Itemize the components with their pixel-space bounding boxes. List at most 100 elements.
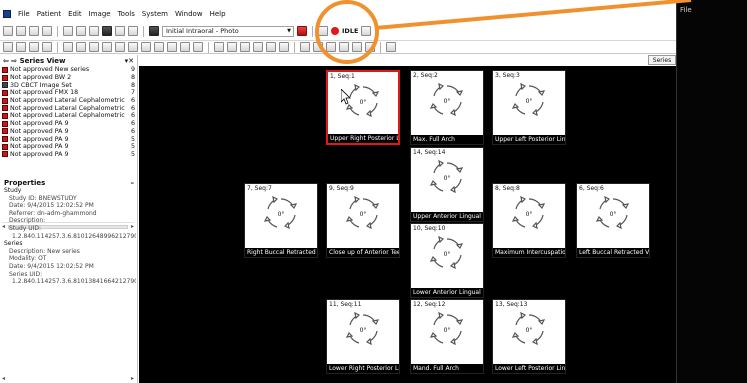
layout-icon[interactable] [149, 26, 159, 36]
series-tab[interactable]: Series [648, 55, 676, 65]
series-list-item[interactable]: Not approved BW 2 8 [0, 74, 137, 82]
record-icon[interactable] [89, 26, 99, 36]
filter-icon[interactable] [89, 42, 99, 52]
series-list-item[interactable]: Not approved FMX 18 7 [0, 89, 137, 97]
flag-icon[interactable] [297, 26, 307, 36]
series-thumbnail-icon [2, 97, 8, 104]
series-thumbnail-icon [2, 151, 8, 158]
histogram-icon[interactable] [193, 42, 203, 52]
properties-scrollbar[interactable]: ◂ ▸ [2, 375, 134, 382]
series-view-header: ⇦ ⇨ Series View ▾✕ [0, 55, 137, 66]
flip-icon[interactable] [76, 42, 86, 52]
zoom-out-icon[interactable] [227, 42, 237, 52]
window-icon[interactable] [63, 26, 73, 36]
series-list-item[interactable]: Not approved PA 9 5 [0, 135, 137, 143]
image-tile[interactable]: 10, Seq:10 0° Lower Anterior Lingual S [410, 223, 484, 298]
grid-icon[interactable] [115, 26, 125, 36]
series-list-item[interactable]: Not approved PA 9 5 [0, 143, 137, 151]
invert-icon[interactable] [167, 42, 177, 52]
tile-caption: Lower Anterior Lingual S [411, 288, 483, 297]
tile-title: 6, Seq:6 [579, 185, 604, 192]
image-tile[interactable]: 3, Seq:3 0° Upper Left Posterior Lingual [492, 70, 566, 145]
image-tile[interactable]: 2, Seq:2 0° Max. Full Arch [410, 70, 484, 145]
scroll-left-icon[interactable]: ◂ [2, 375, 5, 382]
image-tile[interactable]: 7, Seq:7 0° Right Buccal Retracted View [244, 183, 318, 258]
rotate-placeholder-icon: 0° [345, 311, 381, 347]
annotation-arrow-line [374, 0, 692, 30]
ruler-icon[interactable] [266, 42, 276, 52]
pin-close-icon[interactable]: ▾✕ [125, 57, 134, 65]
annotate-icon[interactable] [115, 42, 125, 52]
svg-text:0°: 0° [360, 327, 367, 334]
rotate-placeholder-icon: 0° [511, 82, 547, 118]
image-tile[interactable]: 8, Seq:8 0° Maximum Intercuspation [492, 183, 566, 258]
series-list-item[interactable]: Not approved PA 9 6 [0, 120, 137, 128]
contrast-icon[interactable] [154, 42, 164, 52]
measure-icon[interactable] [102, 42, 112, 52]
series-list-item[interactable]: Not approved PA 9 6 [0, 128, 137, 136]
series-list-item[interactable]: Not approved PA 9 5 [0, 151, 137, 159]
series-count: 8 [130, 74, 135, 82]
series-count: 7 [130, 89, 135, 97]
series-name: Not approved PA 9 [10, 127, 69, 135]
undo-icon[interactable] [29, 42, 39, 52]
svg-text:0°: 0° [360, 211, 367, 218]
image-tile[interactable]: 14, Seq:14 0° Upper Anterior Lingual S [410, 147, 484, 222]
menu-system[interactable]: System [142, 10, 168, 18]
series-thumbnail-icon [2, 136, 8, 143]
series-list-item[interactable]: Not approved New series 9 [0, 66, 137, 74]
save-icon[interactable] [29, 26, 39, 36]
menu-tools[interactable]: Tools [118, 10, 135, 18]
image-tile[interactable]: 12, Seq:12 0° Mand. Full Arch [410, 299, 484, 374]
redo-icon[interactable] [42, 42, 52, 52]
print-icon[interactable] [42, 26, 52, 36]
image-icon[interactable] [128, 26, 138, 36]
new-icon[interactable] [3, 26, 13, 36]
menu-help[interactable]: Help [210, 10, 226, 18]
magnify-icon[interactable] [300, 42, 310, 52]
series-list-item[interactable]: 3D CBCT Image Set 8 [0, 81, 137, 89]
series-thumbnail-icon [2, 105, 8, 112]
nav-arrows-icon[interactable]: ⇦ ⇨ [3, 57, 17, 65]
tile-title: 14, Seq:14 [413, 149, 446, 156]
menu-file[interactable]: File [18, 10, 30, 18]
menu-image[interactable]: Image [89, 10, 111, 18]
series-list-item[interactable]: Not approved Lateral Cephalometric 6 [0, 104, 137, 112]
tile-title: 2, Seq:2 [413, 72, 438, 79]
select-icon[interactable] [3, 42, 13, 52]
rotate-placeholder-icon: 0° [511, 311, 547, 347]
find-icon[interactable] [76, 26, 86, 36]
zoom-actual-icon[interactable] [253, 42, 263, 52]
tile-caption: Left Buccal Retracted View [577, 248, 649, 257]
menu-window[interactable]: Window [175, 10, 203, 18]
mouse-cursor-icon [341, 89, 351, 105]
series-list-item[interactable]: Not approved Lateral Cephalometric 6 [0, 97, 137, 105]
crop-icon[interactable] [128, 42, 138, 52]
study-id: Study ID: BNEWSTUDY [9, 194, 77, 202]
menu-edit[interactable]: Edit [68, 10, 82, 18]
image-tile[interactable]: 1, Seq:1 0° Upper Right Posterior Lingua… [326, 70, 400, 145]
rotate-icon[interactable] [63, 42, 73, 52]
image-tile[interactable]: 9, Seq:9 0° Close up of Anterior Teeth [326, 183, 400, 258]
image-tile[interactable]: 6, Seq:6 0° Left Buccal Retracted View [576, 183, 650, 258]
toolbar-separator [312, 25, 313, 37]
sharpen-icon[interactable] [180, 42, 190, 52]
brightness-icon[interactable] [141, 42, 151, 52]
zoom-in-icon[interactable] [214, 42, 224, 52]
series-list-item[interactable]: Not approved Lateral Cephalometric 6 [0, 112, 137, 120]
properties-header: Properties – [4, 179, 134, 187]
tile-title: 12, Seq:12 [413, 301, 446, 308]
menu-patient[interactable]: Patient [37, 10, 61, 18]
pan-icon[interactable] [16, 42, 26, 52]
collapse-icon[interactable]: – [131, 179, 135, 187]
angle-icon[interactable] [279, 42, 289, 52]
image-tile[interactable]: 13, Seq:13 0° Lower Left Posterior Lingu… [492, 299, 566, 374]
zoom-fit-icon[interactable] [240, 42, 250, 52]
open-icon[interactable] [16, 26, 26, 36]
more-options-icon[interactable] [386, 42, 396, 52]
layout-combo[interactable]: Initial Intraoral - Photo ▼ [162, 25, 294, 37]
image-tile[interactable]: 11, Seq:11 0° Lower Right Posterior Ling… [326, 299, 400, 374]
toolbar-separator [294, 41, 295, 53]
close-icon[interactable] [102, 26, 112, 36]
scroll-right-icon[interactable]: ▸ [131, 375, 134, 382]
